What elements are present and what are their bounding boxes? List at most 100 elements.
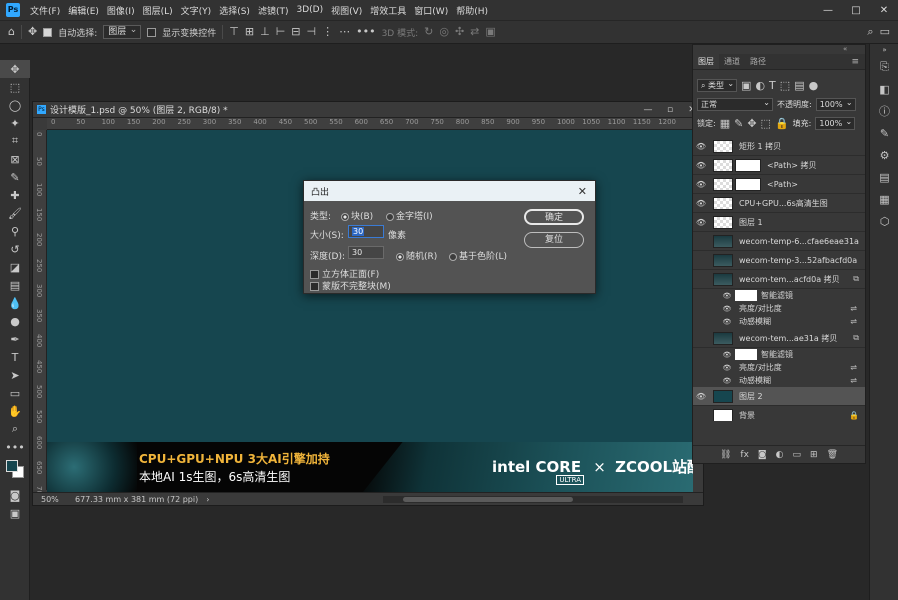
type-tool-icon[interactable]: T — [0, 348, 30, 366]
layer-row-selected[interactable]: 👁 图层 2 — [693, 387, 865, 406]
history-panel-icon[interactable]: ⎘ — [870, 56, 898, 78]
type-pyramid-radio[interactable]: 金字塔(I) — [386, 209, 433, 222]
pen-tool-icon[interactable]: ✒ — [0, 330, 30, 348]
layer-row[interactable]: 👁 图层 1 — [693, 213, 865, 232]
filter-pixel-icon[interactable]: ▣ — [741, 79, 751, 92]
scrollbar-thumb[interactable] — [403, 496, 573, 502]
layer-row[interactable]: 👁 <Path> 拷贝 — [693, 156, 865, 175]
rectangle-tool-icon[interactable]: ▭ — [0, 384, 30, 402]
layer-row[interactable]: wecom-temp-3...52afbacfd0a — [693, 251, 865, 270]
reset-button[interactable]: 复位 — [524, 232, 584, 248]
smart-filter-row[interactable]: 👁 智能滤镜 — [693, 348, 865, 361]
fill-input[interactable]: 100% — [815, 116, 856, 130]
tab-layers[interactable]: 图层 — [693, 54, 719, 69]
move-tool-icon[interactable]: ✥ — [28, 26, 37, 38]
layer-row[interactable]: wecom-tem...acfd0a 拷贝 ⧉ — [693, 270, 865, 289]
horizontal-scrollbar[interactable] — [383, 495, 683, 503]
menu-window[interactable]: 窗口(W) — [410, 4, 452, 17]
marquee-tool-icon[interactable]: ⬚ — [0, 78, 30, 96]
visibility-eye-icon[interactable]: 👁 — [719, 318, 735, 326]
document-tab[interactable]: Ps 设计模版_1.psd @ 50% (图层 2, RGB/8) * — ▫ … — [33, 102, 703, 118]
quick-mask-icon[interactable]: ◙ — [0, 486, 30, 504]
ok-button[interactable]: 确定 — [524, 209, 584, 225]
align-top-icon[interactable]: ⊤ — [229, 26, 239, 38]
3d-panel-icon[interactable]: ⬡ — [870, 210, 898, 232]
new-layer-icon[interactable]: ⊞ — [810, 450, 818, 460]
lock-image-icon[interactable]: ✎ — [734, 117, 743, 130]
more-options-icon[interactable]: ••• — [356, 26, 375, 38]
layer-row[interactable]: 👁 <Path> — [693, 175, 865, 194]
info-panel-icon[interactable]: ⓘ — [870, 100, 898, 122]
menu-select[interactable]: 选择(S) — [215, 4, 254, 17]
filter-options-icon[interactable]: ⇌ — [850, 363, 857, 372]
visibility-eye-icon[interactable]: 👁 — [719, 292, 735, 300]
filter-adjust-icon[interactable]: ◐ — [755, 79, 765, 92]
lock-all-icon[interactable]: 🔒 — [775, 117, 789, 130]
level-based-radio[interactable]: 基于色阶(L) — [449, 249, 507, 262]
clone-stamp-icon[interactable]: ⚲ — [0, 222, 30, 240]
frame-tool-icon[interactable]: ⊠ — [0, 150, 30, 168]
menu-edit[interactable]: 编辑(E) — [64, 4, 103, 17]
lasso-tool-icon[interactable]: ◯ — [0, 96, 30, 114]
distribute-icon[interactable]: ⋮ — [322, 26, 333, 38]
filter-options-icon[interactable]: ⇌ — [850, 317, 857, 326]
hand-tool-icon[interactable]: ✋ — [0, 402, 30, 420]
roll-3d-icon[interactable]: ◎ — [439, 26, 449, 38]
layer-style-icon[interactable]: fx — [740, 450, 749, 460]
filter-item-row[interactable]: 👁 亮度/对比度 ⇌ — [693, 361, 865, 374]
visibility-eye-icon[interactable]: 👁 — [693, 218, 709, 227]
visibility-eye-icon[interactable]: 👁 — [719, 364, 735, 372]
maximize-button[interactable]: □ — [842, 5, 870, 16]
layer-row[interactable]: wecom-tem...ae31a 拷贝 ⧉ — [693, 329, 865, 348]
properties-panel-icon[interactable]: ▤ — [870, 166, 898, 188]
menu-plugins[interactable]: 增效工具 — [366, 4, 410, 17]
dodge-tool-icon[interactable]: ● — [0, 312, 30, 330]
align-vcenter-icon[interactable]: ⊞ — [245, 26, 254, 38]
opacity-input[interactable]: 100% — [815, 97, 856, 111]
filter-smart-icon[interactable]: ▤ — [794, 79, 804, 92]
brush-panel-icon[interactable]: ✎ — [870, 122, 898, 144]
adjustment-layer-icon[interactable]: ◐ — [776, 450, 784, 460]
random-radio[interactable]: 随机(R) — [396, 249, 437, 262]
move-tool-icon[interactable]: ✥ — [0, 60, 30, 78]
visibility-eye-icon[interactable]: 👁 — [693, 199, 709, 208]
filter-options-icon[interactable]: ⇌ — [850, 376, 857, 385]
add-mask-icon[interactable]: ◙ — [758, 450, 767, 460]
filter-item-row[interactable]: 👁 动感模糊 ⇌ — [693, 315, 865, 328]
eyedropper-icon[interactable]: ✎ — [0, 168, 30, 186]
align-hcenter-icon[interactable]: ⊟ — [291, 26, 300, 38]
menu-type[interactable]: 文字(Y) — [177, 4, 216, 17]
filter-shape-icon[interactable]: ⬚ — [780, 79, 790, 92]
expand-panels-icon[interactable]: » — [870, 44, 898, 56]
align-left-icon[interactable]: ⊢ — [276, 26, 286, 38]
filter-type-icon[interactable]: T — [769, 79, 776, 92]
workspace-icon[interactable]: ▭ — [880, 26, 890, 38]
color-swatches[interactable] — [0, 456, 30, 486]
path-select-icon[interactable]: ➤ — [0, 366, 30, 384]
orbit-3d-icon[interactable]: ↻ — [424, 26, 433, 38]
close-window-button[interactable]: ✕ — [870, 5, 898, 16]
healing-brush-icon[interactable]: ✚ — [0, 186, 30, 204]
tab-paths[interactable]: 路径 — [745, 54, 771, 69]
slide-3d-icon[interactable]: ⇄ — [470, 26, 479, 38]
filter-kind-dropdown[interactable]: ⌕ 类型 — [697, 78, 738, 92]
libraries-panel-icon[interactable]: ▦ — [870, 188, 898, 210]
new-group-icon[interactable]: ▭ — [793, 450, 802, 460]
visibility-eye-icon[interactable]: 👁 — [693, 161, 709, 170]
pan-3d-icon[interactable]: ✣ — [455, 26, 464, 38]
lock-position-icon[interactable]: ✥ — [747, 117, 756, 130]
auto-select-checkbox[interactable] — [43, 27, 53, 37]
lock-transparent-icon[interactable]: ▦ — [720, 117, 730, 130]
screen-mode-icon[interactable]: ▣ — [0, 504, 30, 522]
mask-incomplete-checkbox[interactable]: 蒙版不完整块(M) — [310, 279, 391, 292]
layer-row[interactable]: wecom-temp-6...cfae6eae31a — [693, 232, 865, 251]
document-size-info[interactable]: 677.33 mm x 381 mm (72 ppi) — [63, 495, 198, 504]
gradient-tool-icon[interactable]: ▤ — [0, 276, 30, 294]
zoom-tool-icon[interactable]: ⌕ — [0, 420, 30, 438]
tab-channels[interactable]: 通道 — [719, 54, 745, 69]
collapse-panel-icon[interactable]: « — [843, 45, 847, 53]
align-right-icon[interactable]: ⊣ — [307, 26, 317, 38]
blend-mode-dropdown[interactable]: 正常 — [697, 97, 773, 111]
menu-3d[interactable]: 3D(D) — [292, 5, 327, 15]
lock-artboard-icon[interactable]: ⬚ — [761, 117, 771, 130]
